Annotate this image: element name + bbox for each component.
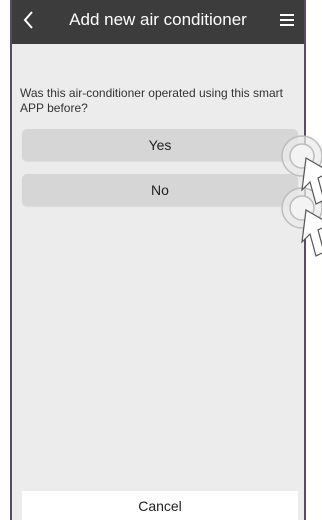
back-button[interactable] bbox=[18, 7, 40, 33]
page-title: Add new air conditioner bbox=[69, 10, 247, 29]
header-bar: Add new air conditioner bbox=[12, 0, 304, 44]
chevron-left-icon bbox=[23, 11, 33, 29]
hamburger-menu-icon bbox=[280, 14, 294, 16]
question-text: Was this air-conditioner operated using … bbox=[20, 86, 284, 115]
tap-gesture-icon bbox=[281, 135, 322, 257]
cancel-button[interactable]: Cancel bbox=[22, 491, 298, 520]
phone-screen: Add new air conditioner Was this air-con… bbox=[10, 0, 306, 520]
no-button[interactable]: No bbox=[22, 174, 298, 206]
menu-button[interactable] bbox=[278, 12, 298, 28]
yes-button[interactable]: Yes bbox=[22, 129, 298, 161]
